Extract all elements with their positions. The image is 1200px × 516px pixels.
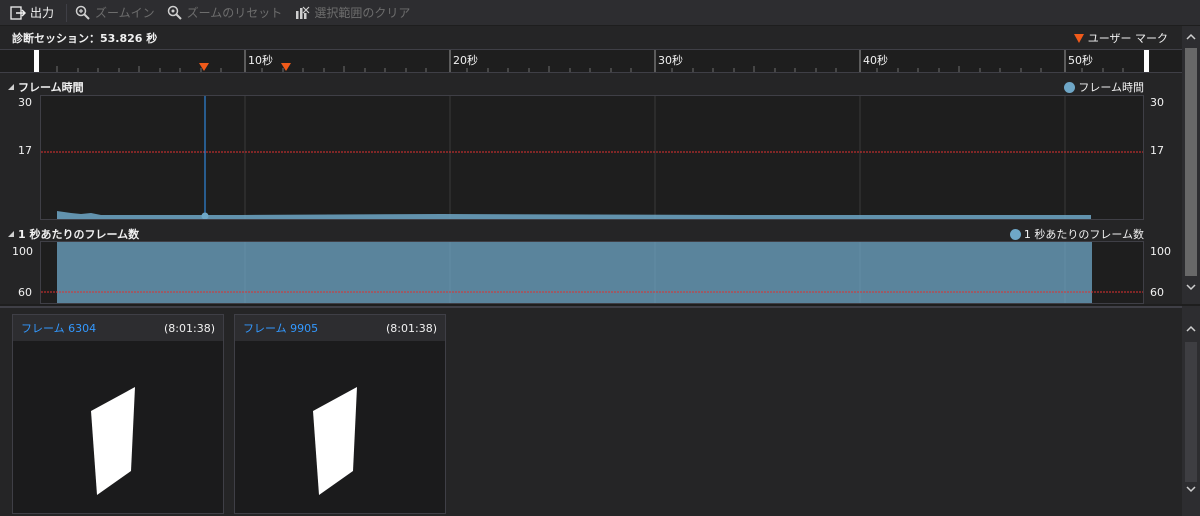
scroll-down-icon[interactable] [1186,484,1196,494]
frame-link[interactable]: フレーム 9905 [243,320,318,336]
magnifier-plus-icon [75,5,90,20]
frame-card-header: フレーム 6304 (8:01:38) [13,315,223,341]
export-icon [10,5,26,20]
frame-thumbnail[interactable] [235,341,445,513]
fps-title: 1 秒あたりのフレーム数 [18,228,140,241]
ruler-ticks [34,50,1149,72]
rendered-quad-image [313,387,357,495]
scroll-up-icon[interactable] [1186,32,1196,42]
frame-time-title: フレーム時間 [18,81,84,94]
frame-thumbnail[interactable] [13,341,223,513]
ruler-tick-label: 40秒 [863,54,888,67]
selected-point[interactable] [201,212,209,220]
frame-time-plot[interactable] [40,95,1144,220]
frame-time-graph [41,96,1143,219]
zoom-reset-button[interactable]: ズームのリセット [163,2,287,24]
user-mark-legend: ユーザー マーク [1073,30,1168,46]
user-mark-icon [1073,33,1084,43]
time-ruler[interactable]: 10秒 20秒 30秒 40秒 50秒 [0,49,1182,73]
frame-link[interactable]: フレーム 6304 [21,320,96,336]
output-label: 出力 [30,6,55,20]
fps-series [57,242,1092,303]
fps-legend: 1 秒あたりのフレーム数 [1009,226,1144,242]
scrollbar-track[interactable] [1185,342,1197,482]
range-start-handle[interactable] [34,50,39,72]
legend-dot-icon [1009,228,1021,240]
scroll-down-icon[interactable] [1186,282,1196,292]
y-axis-label: 60 [1150,286,1164,299]
frame-card-header: フレーム 9905 (8:01:38) [235,315,445,341]
zoom-in-button[interactable]: ズームイン [71,2,159,24]
y-axis-label: 100 [1150,245,1171,258]
fps-legend-label: 1 秒あたりのフレーム数 [1023,228,1144,241]
timeline-panel: 診断セッション：53.826 秒 ユーザー マーク 10秒 20秒 30秒 40… [0,26,1182,304]
toolbar: 出力 ズームイン ズームのリセット 選択範囲のクリア [0,0,1200,26]
zoom-reset-label: ズームのリセット [186,6,283,20]
y-axis-label: 17 [1150,144,1164,157]
frame-time-section-title[interactable]: フレーム時間 [8,79,84,95]
frame-time-legend: フレーム時間 [1064,79,1144,95]
frame-card[interactable]: フレーム 9905 (8:01:38) [234,314,446,514]
ruler-tick-label: 30秒 [658,54,683,67]
fps-plot[interactable] [40,241,1144,304]
ruler-tick-label: 50秒 [1068,54,1093,67]
y-axis-label: 100 [12,245,33,258]
output-button[interactable]: 出力 [6,2,58,24]
frame-timestamp: (8:01:38) [386,321,437,335]
zoom-in-label: ズームイン [95,6,155,20]
clear-selection-icon [296,6,310,19]
clear-selection-label: 選択範囲のクリア [314,6,411,20]
rendered-quad-image [91,387,135,495]
collapse-caret-icon [8,231,14,237]
timeline-scrollbar[interactable] [1182,26,1200,304]
magnifier-reset-icon [167,5,182,20]
captured-frames-panel: フレーム 6304 (8:01:38) フレーム 9905 (8:01:38) [0,306,1182,516]
scroll-up-icon[interactable] [1186,324,1196,334]
frame-time-series [57,211,1091,219]
collapse-caret-icon [8,84,14,90]
fps-graph [41,242,1143,303]
range-end-handle[interactable] [1144,50,1149,72]
session-duration: 診断セッション：53.826 秒 [12,32,158,45]
ruler-tick-label: 10秒 [248,54,273,67]
scrollbar-thumb[interactable] [1185,48,1197,276]
frame-timestamp: (8:01:38) [164,321,215,335]
clear-selection-button[interactable]: 選択範囲のクリア [290,2,414,24]
y-axis-label: 30 [1150,96,1164,109]
frames-scrollbar[interactable] [1182,306,1200,516]
y-axis-label: 30 [18,96,32,109]
y-axis-label: 17 [18,144,32,157]
ruler-tick-label: 20秒 [453,54,478,67]
fps-section-title[interactable]: 1 秒あたりのフレーム数 [8,226,139,242]
legend-dot-icon [1064,81,1076,93]
toolbar-separator [66,3,68,22]
frame-time-legend-label: フレーム時間 [1078,81,1144,94]
user-mark-label: ユーザー マーク [1087,32,1168,45]
y-axis-label: 60 [18,286,32,299]
frame-card[interactable]: フレーム 6304 (8:01:38) [12,314,224,514]
